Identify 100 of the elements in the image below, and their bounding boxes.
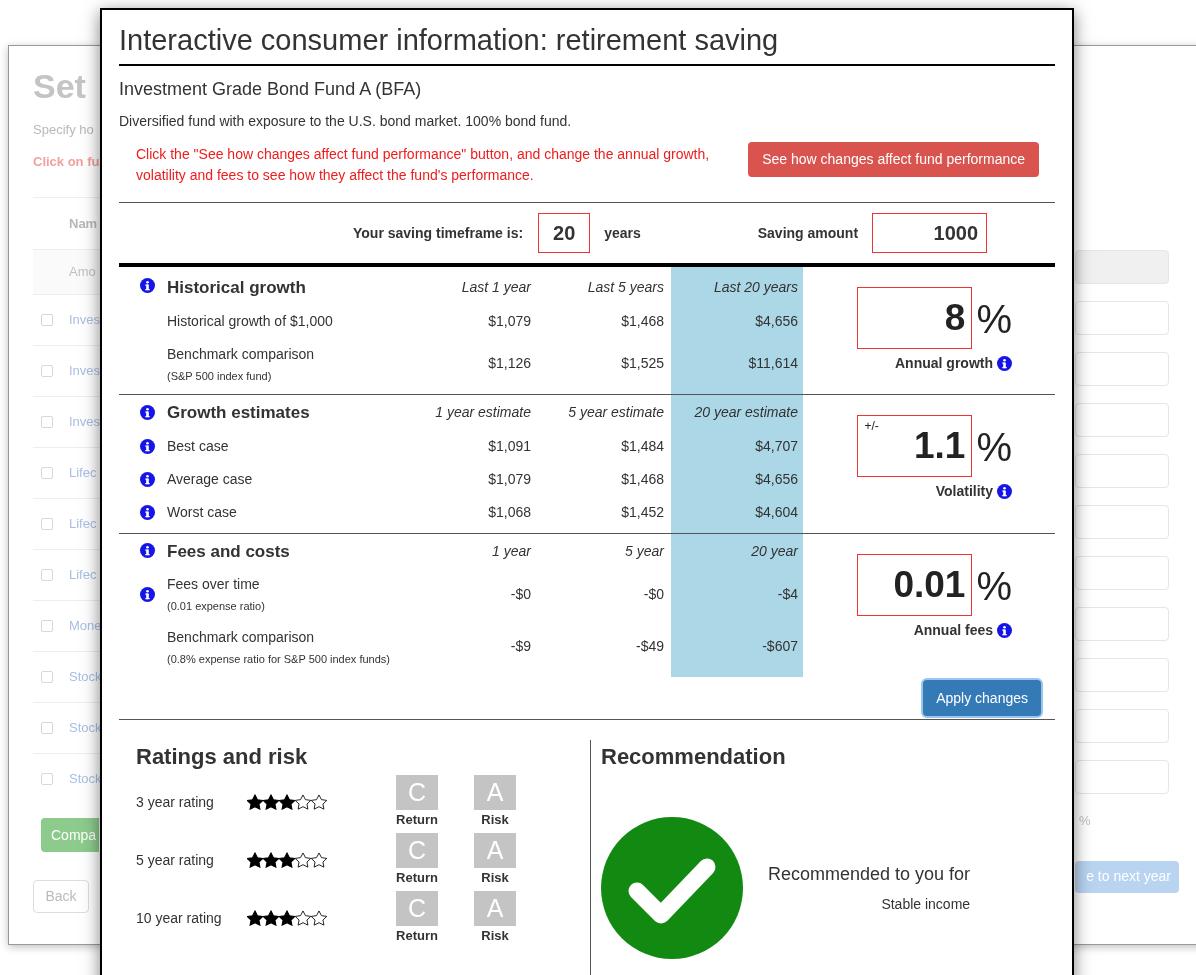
row-note: (S&P 500 index fund) — [167, 368, 273, 384]
setting-label: Volatility — [935, 482, 993, 501]
fund-link[interactable]: Lifec — [69, 514, 97, 534]
input-field[interactable] — [1075, 709, 1169, 743]
column-header: 1 year estimate — [435, 403, 531, 423]
checkbox[interactable] — [41, 620, 53, 632]
section-title: Fees and costs — [167, 540, 290, 563]
unit-label: % — [976, 299, 1012, 339]
table-cell-text: $4,656 — [755, 311, 798, 331]
field-label: Saving amount — [757, 223, 859, 243]
table-cell-text: -$9 — [510, 637, 531, 657]
table-cell-text: Amo — [69, 263, 96, 282]
filled-star-icon — [279, 852, 295, 868]
checkbox[interactable] — [41, 722, 53, 734]
filled-star-icon — [279, 794, 295, 810]
input-field[interactable] — [1075, 403, 1169, 437]
info-icon[interactable] — [997, 622, 1012, 638]
column-header: Last 1 year — [461, 278, 531, 298]
fund-description: Diversified fund with exposure to the U.S. bond market. 100% bond fund. — [119, 112, 573, 131]
timeframe-field[interactable]: 20 — [538, 213, 591, 253]
compare-button[interactable]: Compa — [41, 818, 99, 852]
input-field[interactable] — [1075, 760, 1169, 794]
grade-label: Return — [396, 810, 438, 829]
input-field[interactable] — [1075, 301, 1169, 335]
setting-label: Annual fees — [913, 620, 993, 640]
subtitle-text: Specify ho — [33, 121, 95, 139]
page-title: Set — [33, 66, 87, 106]
value-field[interactable]: 8 — [857, 287, 973, 349]
instruction-text: Click the "See how changes affect fund performance" button, and change the annual growth, volatility and fees to see how they affect the fund's performance. — [136, 145, 711, 185]
input-field[interactable] — [1075, 454, 1169, 488]
section-title: Recommendation — [601, 743, 787, 771]
unit-label: % — [976, 565, 1012, 606]
fund-link[interactable]: Lifec — [69, 463, 97, 483]
fund-link[interactable]: Mone — [69, 616, 102, 636]
table-cell-text: $4,656 — [755, 469, 798, 489]
table-cell-text: $1,452 — [621, 502, 664, 522]
table-cell-text: $4,604 — [755, 502, 798, 522]
fund-link[interactable]: Lifec — [69, 565, 97, 585]
info-icon[interactable] — [140, 278, 155, 294]
info-icon[interactable] — [140, 543, 155, 559]
next-year-button[interactable]: e to next year — [1075, 860, 1179, 893]
checkbox[interactable] — [41, 416, 53, 428]
info-icon[interactable] — [997, 356, 1012, 371]
info-icon[interactable] — [140, 586, 155, 602]
section-title: Ratings and risk — [136, 743, 309, 771]
grade-badge: A — [474, 890, 516, 926]
info-icon[interactable] — [140, 404, 155, 420]
column-header: 5 year estimate — [568, 403, 664, 423]
apply-button[interactable]: Apply changes — [923, 680, 1041, 716]
fund-link[interactable]: Stock — [69, 718, 102, 738]
table-cell-text: -$0 — [510, 584, 531, 604]
unit-label: years — [604, 223, 641, 243]
input-field[interactable] — [1075, 250, 1169, 284]
back-button[interactable]: Back — [33, 880, 89, 913]
value-field[interactable]: 0.01 — [857, 553, 973, 616]
performance-button[interactable]: See how changes affect fund performance — [748, 142, 1039, 177]
column-header: Nam — [69, 214, 98, 233]
filled-star-icon — [247, 852, 263, 868]
checkbox[interactable] — [41, 314, 53, 326]
checkbox[interactable] — [41, 518, 53, 530]
table-cell-text: -$4 — [777, 584, 798, 604]
checkbox[interactable] — [41, 365, 53, 377]
table-cell-text: -$0 — [643, 584, 664, 604]
section-title: Historical growth — [167, 277, 306, 299]
table-cell-text: $1,079 — [488, 469, 531, 489]
checkbox[interactable] — [41, 773, 53, 785]
unit-label: % — [976, 427, 1012, 467]
input-field[interactable] — [1075, 556, 1169, 590]
grade-badge: C — [396, 774, 438, 810]
fund-link[interactable]: Inves — [69, 361, 101, 381]
info-icon[interactable] — [140, 438, 155, 454]
checkbox[interactable] — [41, 671, 53, 683]
fund-link[interactable]: Inves — [69, 412, 101, 432]
table-cell-text: $1,126 — [488, 354, 531, 374]
filled-star-icon — [263, 852, 279, 868]
saving-amount-field[interactable]: 1000 — [872, 213, 988, 253]
empty-star-icon — [311, 852, 327, 868]
input-field[interactable] — [1075, 505, 1169, 539]
value-field[interactable]: +/- 1.1 — [857, 415, 973, 477]
checkbox[interactable] — [41, 569, 53, 581]
rating-label: 5 year rating — [136, 850, 215, 870]
fund-name: Investment Grade Bond Fund A (BFA) — [119, 78, 423, 101]
filled-star-icon — [263, 794, 279, 810]
row-note: (0.01 expense ratio) — [167, 599, 266, 614]
column-header: 5 year — [625, 541, 664, 561]
info-icon[interactable] — [997, 484, 1012, 499]
fund-link[interactable]: Stock — [69, 769, 102, 789]
fund-link[interactable]: Stock — [69, 667, 102, 687]
checkbox[interactable] — [41, 467, 53, 479]
row-label: Average case — [167, 469, 254, 489]
percent-text: % — [1079, 812, 1092, 830]
info-icon[interactable] — [140, 471, 155, 487]
input-field[interactable] — [1075, 607, 1169, 641]
grade-label: Risk — [481, 926, 509, 945]
grade-label: Risk — [481, 810, 509, 829]
info-icon[interactable] — [140, 504, 155, 520]
fund-link[interactable]: Inves — [69, 310, 101, 330]
input-field[interactable] — [1075, 352, 1169, 386]
table-cell-text: $1,468 — [621, 469, 664, 489]
input-field[interactable] — [1075, 658, 1169, 692]
